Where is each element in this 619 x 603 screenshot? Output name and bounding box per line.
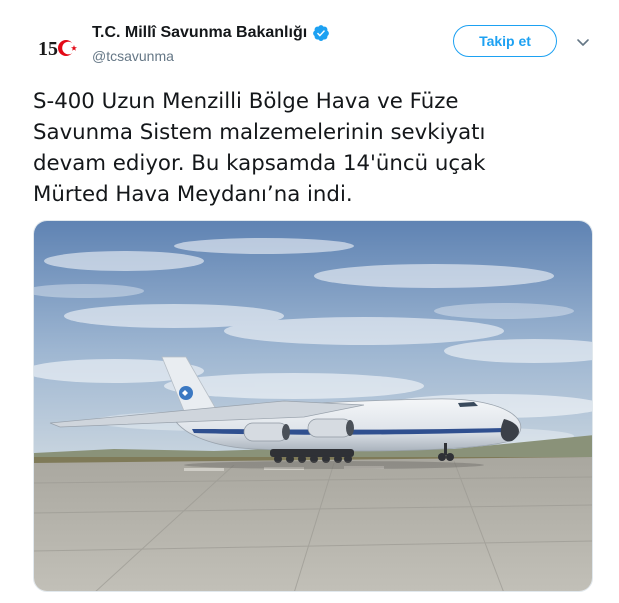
tweet-text: S-400 Uzun Menzilli Bölge Hava ve Füze S…	[33, 89, 486, 207]
aircraft-photo	[34, 221, 592, 591]
account-handle[interactable]: @tcsavunma	[92, 48, 174, 64]
avatar-text: 15	[38, 38, 58, 60]
display-name[interactable]: T.C. Millî Savunma Bakanlığı	[92, 24, 307, 42]
name-row: T.C. Millî Savunma Bakanlığı	[92, 24, 330, 42]
15-temmuz-logo-icon: 15	[38, 38, 77, 60]
tweet-media-image[interactable]	[33, 220, 593, 592]
chevron-down-icon[interactable]	[575, 34, 591, 50]
follow-button[interactable]: Takip et	[453, 25, 557, 57]
avatar[interactable]: 15	[33, 24, 81, 72]
verified-badge-icon	[313, 25, 330, 41]
tweet-header: 15 T.C. Millî Savunma Bakanlığı @tcsavun…	[0, 0, 619, 80]
